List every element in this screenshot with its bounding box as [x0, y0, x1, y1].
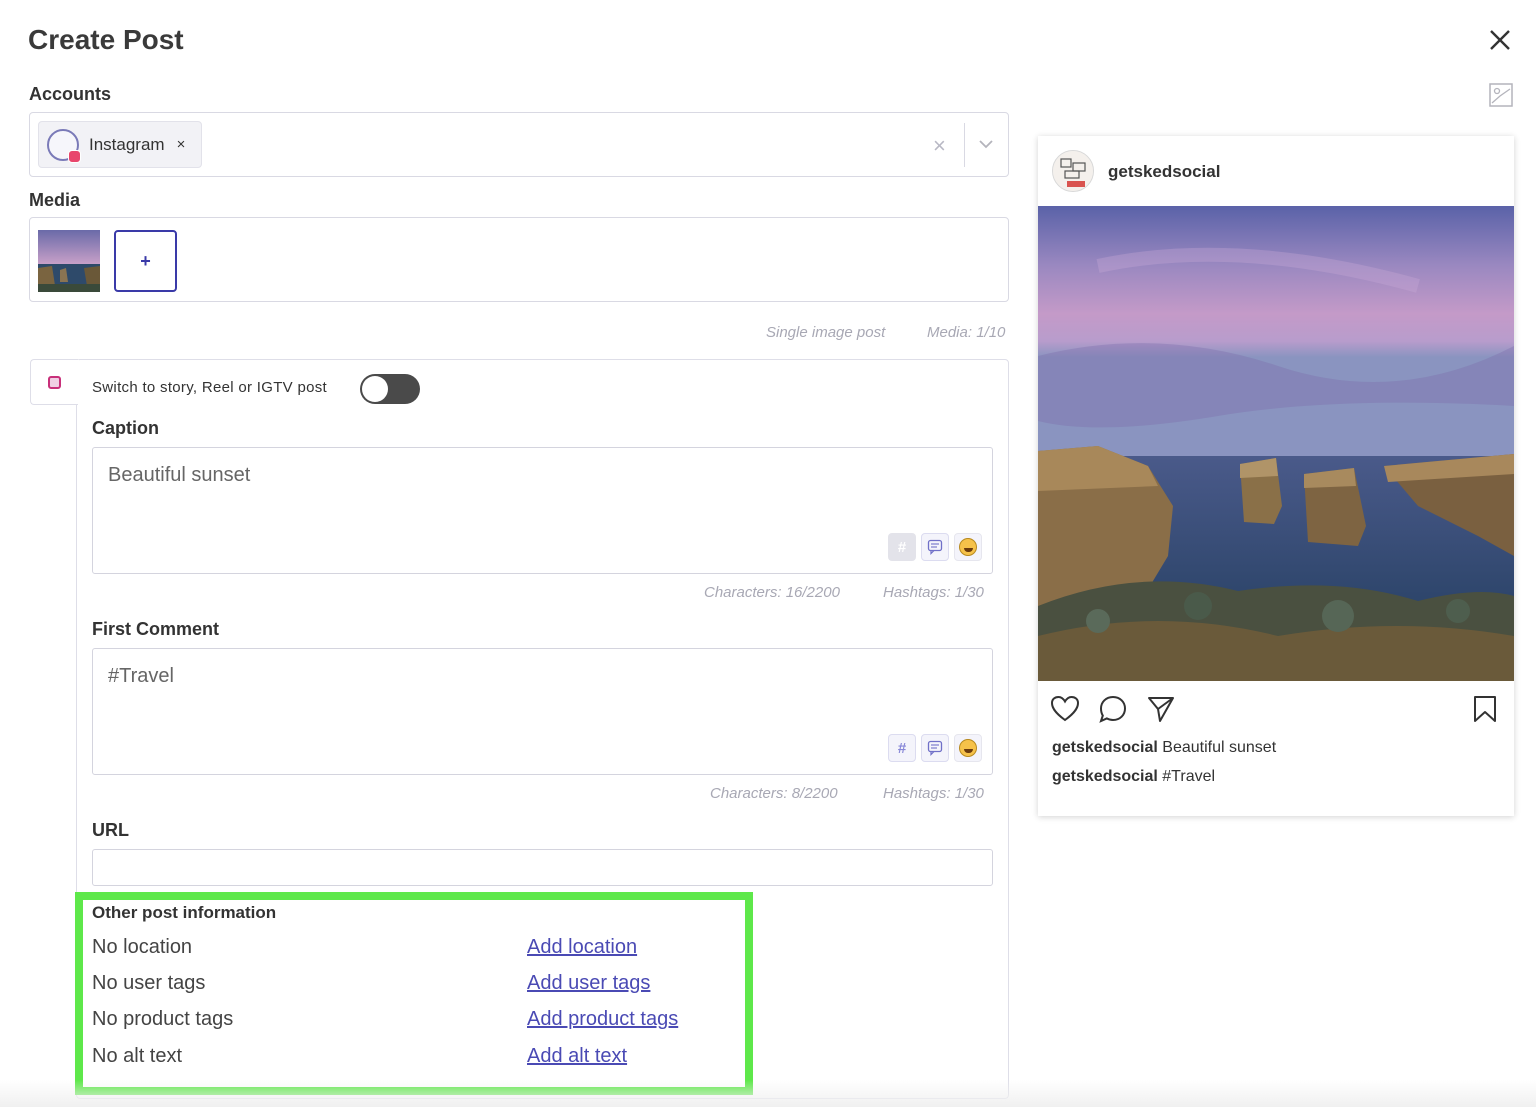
media-count: Media: 1/10: [927, 324, 1005, 341]
divider: [964, 123, 965, 167]
add-product-tags-link[interactable]: Add product tags: [527, 1008, 678, 1031]
caption-text: Beautiful sunset: [108, 464, 250, 486]
media-thumbnail[interactable]: [38, 230, 100, 292]
avatar: [47, 129, 79, 161]
tab-instagram[interactable]: [30, 359, 78, 405]
media-label: Media: [29, 190, 80, 211]
first-comment-characters: Characters: 8/2200: [710, 785, 838, 802]
toggle-knob: [362, 376, 388, 402]
preview-caption: getskedsocial Beautiful sunset: [1052, 739, 1276, 757]
accounts-select[interactable]: Instagram × ×: [29, 112, 1009, 177]
hashtag-icon[interactable]: #: [888, 533, 916, 561]
add-user-tags-link[interactable]: Add user tags: [527, 972, 650, 995]
avatar: [1052, 150, 1094, 192]
clear-accounts-button[interactable]: ×: [933, 133, 946, 159]
add-media-button[interactable]: +: [114, 230, 177, 292]
chevron-down-icon[interactable]: [977, 135, 995, 153]
comment-icon[interactable]: [921, 734, 949, 762]
other-info-title: Other post information: [92, 903, 276, 923]
emoji-icon[interactable]: [954, 533, 982, 561]
post-type-label: Single image post: [766, 324, 885, 341]
preview-image: [1038, 206, 1514, 681]
product-tags-status: No product tags: [92, 1008, 233, 1031]
preview-caption-text: Beautiful sunset: [1162, 739, 1276, 756]
first-comment-textarea[interactable]: #Travel #: [92, 648, 993, 775]
remove-account-button[interactable]: ×: [177, 136, 186, 153]
close-icon[interactable]: [1486, 26, 1514, 54]
instagram-icon: [48, 376, 61, 389]
add-alt-text-link[interactable]: Add alt text: [527, 1045, 627, 1068]
post-type-toggle[interactable]: [360, 374, 420, 404]
instagram-preview: getskedsocial: [1038, 136, 1514, 816]
alt-text-status: No alt text: [92, 1045, 182, 1068]
add-location-link[interactable]: Add location: [527, 936, 637, 959]
comment-bubble-icon[interactable]: [1098, 694, 1128, 724]
preview-comment-text: #Travel: [1162, 768, 1215, 785]
first-comment-text: #Travel: [108, 665, 174, 687]
page-title: Create Post: [28, 24, 184, 56]
account-chip[interactable]: Instagram ×: [38, 121, 202, 168]
preview-comment: getskedsocial #Travel: [1052, 768, 1215, 786]
preview-username: getskedsocial: [1108, 162, 1220, 182]
emoji-icon[interactable]: [954, 734, 982, 762]
location-status: No location: [92, 936, 192, 959]
caption-hashtags: Hashtags: 1/30: [883, 584, 984, 601]
accounts-label: Accounts: [29, 84, 111, 105]
caption-textarea[interactable]: Beautiful sunset #: [92, 447, 993, 574]
first-comment-hashtags: Hashtags: 1/30: [883, 785, 984, 802]
instagram-icon: [68, 150, 81, 163]
user-tags-status: No user tags: [92, 972, 205, 995]
send-icon[interactable]: [1146, 694, 1176, 724]
first-comment-label: First Comment: [92, 619, 219, 640]
media-dropzone[interactable]: +: [29, 217, 1009, 302]
bookmark-icon[interactable]: [1470, 694, 1500, 724]
switch-post-type-label: Switch to story, Reel or IGTV post: [92, 379, 327, 396]
heart-icon[interactable]: [1050, 694, 1080, 724]
hashtag-icon[interactable]: #: [888, 734, 916, 762]
comment-icon[interactable]: [921, 533, 949, 561]
account-chip-label: Instagram: [89, 135, 165, 155]
url-input[interactable]: [92, 849, 993, 886]
caption-characters: Characters: 16/2200: [704, 584, 840, 601]
caption-label: Caption: [92, 418, 159, 439]
image-preview-icon[interactable]: [1488, 82, 1514, 108]
preview-caption-user: getskedsocial: [1052, 739, 1158, 756]
preview-comment-user: getskedsocial: [1052, 768, 1158, 785]
url-label: URL: [92, 820, 129, 841]
